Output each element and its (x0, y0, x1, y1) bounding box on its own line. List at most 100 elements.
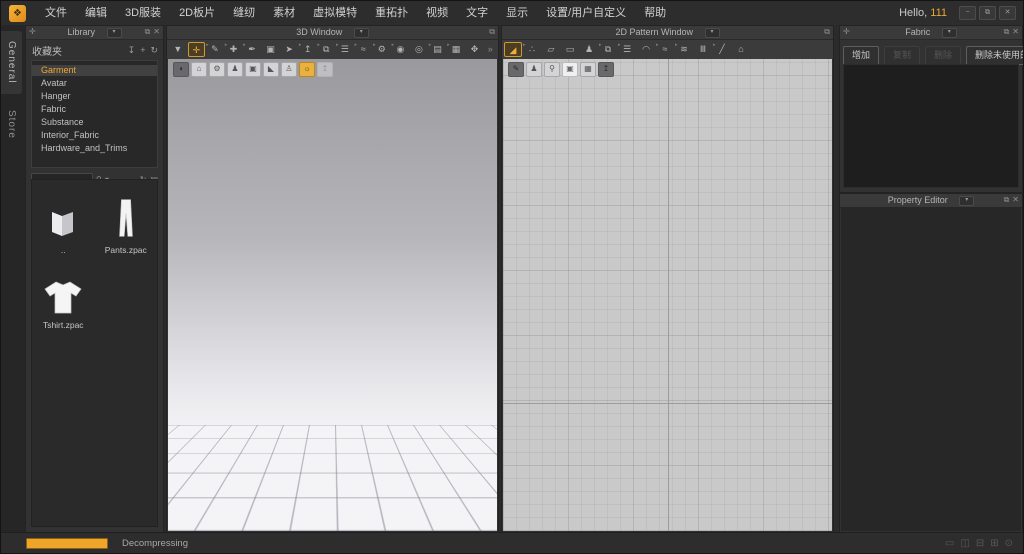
select-move-icon[interactable]: ✛ (188, 42, 206, 57)
menu-video[interactable]: 视频 (417, 2, 457, 25)
simulation-settings-icon[interactable]: ⚙ (209, 62, 225, 77)
fabric-menu-dropdown[interactable]: ▾ (942, 28, 957, 38)
flatten-icon[interactable]: ≈ (355, 42, 373, 57)
menu-retopology[interactable]: 重拓扑 (366, 2, 417, 25)
layout-three-pane-icon[interactable]: ⊟ (976, 538, 984, 549)
layer-tool-icon[interactable]: ▤ (429, 42, 447, 57)
float-panel-icon[interactable]: ⧉ (489, 26, 495, 38)
show-flag-toggle-icon[interactable]: ◣ (263, 62, 279, 77)
grid-toggle-icon[interactable]: ▣ (562, 62, 578, 77)
sync-toggle-icon[interactable]: ↥ (598, 62, 614, 77)
property-editor-menu-dropdown[interactable]: ▾ (959, 196, 974, 206)
free-sewing-icon[interactable]: ≋ (675, 42, 693, 57)
menu-settings-customize[interactable]: 设置/用户自定义 (537, 2, 635, 25)
select-mesh-icon[interactable]: ✎ (206, 42, 224, 57)
clone-pattern-icon[interactable]: ⧉ (599, 42, 617, 57)
edit-pattern-icon[interactable]: ∴ (523, 42, 541, 57)
silhouette-toggle-icon[interactable]: ♟ (526, 62, 542, 77)
tab-store[interactable]: Store (1, 100, 22, 149)
library-item-garment[interactable]: Garment (32, 65, 157, 76)
menu-sewing[interactable]: 缝纫 (224, 2, 264, 25)
create-polygon-icon[interactable]: ▱ (542, 42, 560, 57)
toolbar-overflow-icon[interactable]: » (484, 42, 496, 57)
delete-unused-fabric-button[interactable]: 删除未使用的 (966, 46, 1024, 65)
library-item-hanger[interactable]: Hanger (32, 91, 157, 102)
2d-window-menu-dropdown[interactable]: ▾ (705, 28, 720, 38)
zoom-toggle-icon[interactable]: ⚲ (544, 62, 560, 77)
close-panel-icon[interactable]: ✕ (1012, 26, 1019, 38)
fabric-list-area[interactable] (843, 64, 1019, 188)
sewing-machine-icon[interactable]: ⚙ (373, 42, 391, 57)
simulate-icon[interactable]: ▼ (169, 42, 187, 57)
texture-tool-icon[interactable]: ▦ (447, 42, 465, 57)
refresh-icon[interactable]: ↻ (150, 45, 158, 56)
show-garment-2d-icon[interactable]: ⌂ (732, 42, 750, 57)
minimize-button[interactable]: − (959, 6, 976, 20)
float-panel-icon[interactable]: ⧉ (145, 26, 151, 38)
close-panel-icon[interactable]: ✕ (1012, 194, 1019, 206)
render-toggle-icon[interactable]: ↥ (317, 62, 333, 77)
menu-file[interactable]: 文件 (36, 2, 76, 25)
button-tool-icon[interactable]: ◉ (392, 42, 410, 57)
pin-icon[interactable]: ✚ (225, 42, 243, 57)
restore-button[interactable]: ⧉ (979, 6, 996, 20)
3d-viewport[interactable]: ◖ ⌂ ⚙ ♟ ▣ ◣ ♙ ☼ ↥ (168, 59, 497, 531)
pleats-tool-icon[interactable]: Ⅲ (694, 42, 712, 57)
library-item-hardware-trims[interactable]: Hardware_and_Trims (32, 143, 157, 154)
library-item-fabric[interactable]: Fabric (32, 104, 157, 115)
quilt-icon[interactable]: ☰ (336, 42, 354, 57)
menu-display[interactable]: 显示 (497, 2, 537, 25)
menu-help[interactable]: 帮助 (635, 2, 675, 25)
curve-tool-icon[interactable]: ◠ (637, 42, 655, 57)
stitch-display-toggle-icon[interactable]: ✎ (508, 62, 524, 77)
show-mannequin-toggle-icon[interactable]: ♙ (281, 62, 297, 77)
menu-3d-garment[interactable]: 3D服装 (116, 2, 170, 25)
float-panel-icon[interactable]: ⧉ (1004, 26, 1010, 38)
tab-general[interactable]: General (1, 31, 22, 94)
show-box-toggle-icon[interactable]: ▣ (245, 62, 261, 77)
add-fabric-button[interactable]: 增加 (843, 46, 879, 65)
pattern-image-icon[interactable]: ▭ (561, 42, 579, 57)
layout-single-icon[interactable]: ▭ (945, 538, 954, 549)
arrangement-icon[interactable]: ➤ (280, 42, 298, 57)
clone-layer-icon[interactable]: ⧉ (317, 42, 335, 57)
library-menu-dropdown[interactable]: ▾ (107, 28, 122, 38)
add-favorite-icon[interactable]: + (140, 45, 145, 56)
menu-avatar[interactable]: 虚拟模特 (304, 2, 366, 25)
menu-material[interactable]: 素材 (264, 2, 304, 25)
folder-up-item[interactable]: .. (32, 194, 95, 255)
avatar-tool-icon[interactable]: ↥ (299, 42, 317, 57)
library-item-interior-fabric[interactable]: Interior_Fabric (32, 130, 157, 141)
transform-pattern-icon[interactable]: ◢ (504, 42, 522, 57)
library-item-avatar[interactable]: Avatar (32, 78, 157, 89)
gizmo-tool-icon[interactable]: ✥ (466, 42, 484, 57)
tshirt-file-item[interactable]: Tshirt.zpac (32, 269, 95, 330)
3d-window-menu-dropdown[interactable]: ▾ (354, 28, 369, 38)
close-button[interactable]: ✕ (999, 6, 1016, 20)
segment-sewing-icon[interactable]: ≈ (656, 42, 674, 57)
trace-avatar-icon[interactable]: ♟ (580, 42, 598, 57)
texture-toggle-icon[interactable]: ▦ (580, 62, 596, 77)
menu-2d-pattern[interactable]: 2D板片 (170, 2, 224, 25)
fit-garment-icon[interactable]: ▣ (262, 42, 280, 57)
garment-style-toggle-icon[interactable]: ◖ (173, 62, 189, 77)
show-garment-toggle-icon[interactable]: ⌂ (191, 62, 207, 77)
float-panel-icon[interactable]: ⧉ (824, 26, 830, 38)
notch-tool-icon[interactable]: ╱ (713, 42, 731, 57)
2d-canvas[interactable]: ✎ ♟ ⚲ ▣ ▦ ↥ (503, 59, 832, 531)
pants-file-item[interactable]: Pants.zpac (95, 194, 158, 255)
zoom-tool-icon[interactable]: ◎ (410, 42, 428, 57)
quilt-2d-icon[interactable]: ☰ (618, 42, 636, 57)
library-item-substance[interactable]: Substance (32, 117, 157, 128)
layout-reset-icon[interactable]: ⊙ (1005, 538, 1013, 549)
float-panel-icon[interactable]: ⧉ (1004, 194, 1010, 206)
layout-two-pane-icon[interactable]: ◫ (960, 538, 969, 549)
layout-grid-icon[interactable]: ⊞ (990, 538, 998, 549)
menu-edit[interactable]: 编辑 (76, 2, 116, 25)
close-panel-icon[interactable]: ✕ (153, 26, 160, 38)
import-icon[interactable]: ↧ (128, 45, 136, 56)
show-light-toggle-icon[interactable]: ☼ (299, 62, 315, 77)
dock-pin-icon[interactable]: ✛ (843, 27, 850, 37)
dock-pin-icon[interactable]: ✛ (29, 27, 36, 37)
show-avatar-toggle-icon[interactable]: ♟ (227, 62, 243, 77)
